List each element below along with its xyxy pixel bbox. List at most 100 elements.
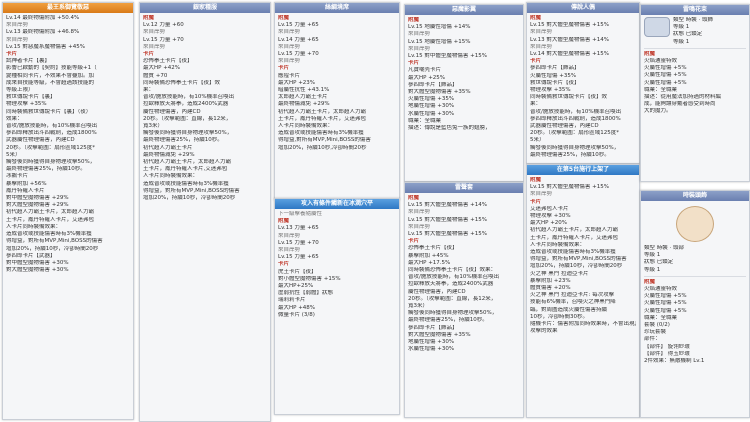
tooltip-line: 暴擊附加 +45% [408, 252, 449, 259]
tooltip-line: 等級 1 [644, 266, 661, 273]
tooltip-line: 套裝 (0/2) [644, 322, 670, 329]
panel-title: 惡魔影翼 [405, 5, 523, 15]
tooltip-line: 屬性物理傷害，內建CD [408, 288, 466, 295]
tooltip-line: 水屬性增傷 +30% [408, 110, 455, 117]
tooltip-line: 參四郎卡片【武器】 [6, 252, 56, 259]
tooltip-line: 得增益，對所有MVP,Mini,BOSS的傷害 [6, 238, 103, 245]
tooltip-line: 初代超人力霸王卡片，太郎超人力霸 [530, 227, 619, 234]
tooltip-line: 火屬性增傷 +5% [644, 293, 687, 300]
tooltip-line: 王卡片，鳳丹特羅人卡片，艾迷弗包 [6, 216, 95, 223]
tooltip-line: 類型 時裝 · 頭飾 [673, 17, 713, 23]
tooltip-line: 【部件】 得玉紗環 [644, 350, 690, 357]
tooltip-line: 描述：傳說是藍色兔一族的翅膀， [408, 125, 491, 132]
tooltip-line: 造成普攻或技能傷害時有3%機率獲 [143, 180, 229, 187]
tooltip-line: 20秒。（攻擊範圍：扇形區域125度* [6, 144, 95, 151]
tooltip-line: 得增益，對所有MVP,Mini,BOSS的傷害 [530, 256, 627, 263]
tooltip-line: 參四郎卡片【飾品】 [408, 324, 458, 331]
tooltip-line: 造成普攻或技能傷害時有3%機率獲 [278, 130, 364, 137]
tooltip-line: 狀態 已鎖定 [673, 31, 703, 38]
tooltip-line: 王卡片，鳳丹特羅人卡片,艾迷弗包 [143, 166, 228, 173]
tooltip-line: 試神者卡片【裏】 [6, 58, 51, 65]
tooltip-line: 物理攻擊 +35% [530, 87, 571, 94]
tooltip-line: 下一級擊養隨屬性 [278, 211, 323, 217]
tooltip-line: Lv.15 地屬性增傷 +15% [408, 38, 471, 45]
tooltip-panel-3: 絲綢境席 附魔 Lv.15 力量 +65 來自岸勢 Lv.14 力量 +65 來自岸勢 L… [274, 2, 400, 200]
tooltip-line: 觸發後同時獲得自身物理攻擊50%， [143, 130, 233, 137]
tooltip-line: 艾迷弗包人卡片 [530, 205, 569, 212]
tooltip-line: 20秒。（攻擊範圍：直線，長12米， [408, 295, 497, 302]
tooltip-line: 卡片 [278, 65, 290, 72]
panel-title: 在第5台施行上架了 [527, 165, 639, 175]
tooltip-line: Lv.14 最終物傷附加 +50.4% [6, 15, 80, 21]
tooltip-line: 附魔 [644, 50, 656, 57]
tooltip-line: 來自岸勢 [408, 31, 431, 38]
tooltip-line: 來自岸勢 [530, 191, 553, 198]
tooltip-line: 最大HP +17.5% [408, 259, 451, 266]
item-header [644, 203, 746, 245]
tooltip-line: 屬性物理傷害，內建CD [143, 108, 201, 115]
tooltip-line: 得增益,對所有MVP,Mini,BOSS的傷害 [278, 137, 371, 144]
tooltip-line: 職業：全職業 [644, 86, 678, 93]
panel-title: 最王系御覽敬惡 [3, 3, 133, 13]
tooltip-panel-3b: 攻入有條件觸新在冰潤穴平 下一級擊養隨屬性 附魔 Lv.13 力量 +65 來自岸勢 L… [274, 198, 400, 415]
panel-body: 附魔 Lv.15 力量 +65 來自岸勢 Lv.14 力量 +65 來自岸勢 Lv.15 … [275, 13, 399, 154]
tooltip-line: 來自岸勢 [143, 43, 166, 50]
tooltip-panel-1: 最王系御覽敬惡 Lv.14 最終物傷附加 +50.4% 來自岸勢 Lv.13 最終物… [2, 2, 134, 420]
tooltip-line: 火之神 黑門 拉迪亞卡片: 每次攻擊 [530, 292, 615, 299]
tooltip-line: 附魔 [644, 278, 656, 285]
tooltip-line: 卡片 [530, 198, 542, 205]
divider [644, 275, 746, 277]
tooltip-line: 卡片 [143, 51, 155, 58]
face-icon [676, 206, 714, 242]
panel-title: 傳說人偶 [527, 3, 639, 13]
tooltip-line: 最終物理傷害25%，持續10秒。 [408, 317, 488, 324]
tooltip-line: 最終物傷減免 +29% [278, 101, 330, 108]
tooltip-line: 火屬性增傷 +35% [408, 96, 455, 103]
tooltip-line: 冰鵝卡片 [6, 173, 29, 180]
tooltip-line: 來自岸勢 [278, 247, 301, 254]
tooltip-line: 初代超人力霸王卡片 [143, 144, 193, 151]
panel-title: 雷鳴花束 [641, 5, 749, 15]
panel-title: 雷聲套 [405, 183, 523, 193]
tooltip-line: Lv.15 地屬性增傷 +14% [408, 24, 471, 31]
tooltip-line: 部件： [644, 336, 661, 343]
tooltip-line: 效果： [6, 115, 23, 122]
tooltip-line: Lv.15 對大體型魔物傷害 +15% [530, 184, 609, 191]
tooltip-line: 體質傷害 +20% [530, 285, 571, 292]
tooltip-panel-6: 雷鳴花束 類型 時裝 · 頭飾 等級 1 狀態 已鎖定 等級 1 附魔 火焰通靈特效 火屬… [640, 4, 750, 182]
tooltip-line: 應隍卡片 [278, 72, 301, 79]
tooltip-line: Lv.15 對惡魔系魔物傷害 +45% [6, 43, 85, 50]
tooltip-line: 普攻/施放技能時，有10%機率召喚出 [143, 94, 235, 101]
tooltip-line: 體質 +70 [143, 72, 168, 79]
tooltip-line: 最終物理傷害25%，持續10秒。 [530, 151, 610, 158]
panel-lines: 附魔 火焰通靈特效 火屬性增傷 +5% 火屬性增傷 +5% 火屬性增傷 +5% 職業：全職… [644, 279, 746, 365]
tooltip-line: 最終物傷減免 +29% [143, 151, 195, 158]
tooltip-line: 地屬性增傷 +30% [408, 103, 455, 110]
tooltip-line: Lv.13 對大體型魔物傷害 +14% [530, 36, 609, 43]
tooltip-line: 初代超人力霸王卡片，太郎超人力霸 [278, 108, 367, 115]
tooltip-line: 暴擊附加 +23% [530, 277, 571, 284]
panel-body: 附魔 Lv.15 對大體型魔物傷害 +15% 來自岸勢 Lv.13 對大體型魔物傷害 … [527, 13, 639, 161]
tooltip-line: 虎王卡片【夜】 [278, 268, 317, 275]
tooltip-panel-2: 銀家種服 附魔 Lv.12 力量 +60 來自岸勢 Lv.15 力量 +70 來自岸勢卡… [139, 2, 271, 422]
tooltip-line: 成來自技能等級，不會超過該技能的 [6, 79, 95, 86]
tooltip-line: 來自岸勢 [408, 45, 431, 52]
tooltip-line: 來自岸勢 [278, 29, 301, 36]
tooltip-line: 職業：全職業 [408, 117, 442, 124]
tooltip-line: 參四郎釋放出斗四戰劍，造成1800% [530, 115, 621, 122]
tooltip-line: 物理攻擊 +30% [530, 213, 571, 220]
panel-body: 附魔 Lv.15 地屬性增傷 +14% 來自岸勢 Lv.15 地屬性增傷 +15% 來自… [405, 15, 523, 134]
tooltip-line: Lv.15 力量 +70 [278, 239, 319, 246]
helmet-icon [644, 17, 670, 37]
tooltip-line: 來自岸勢 [530, 43, 553, 50]
panel-title: 時裝頭飾 [641, 191, 749, 201]
tooltip-line: 描述：從用魔法加持過的材料編 [644, 94, 722, 101]
tooltip-line: 武器屬性物理傷害，內建CD [6, 137, 75, 144]
tooltip-line: 救世傳說卡片【裏】 [6, 94, 56, 101]
tooltip-line: 王卡片，鳳丹特羅人卡片，艾迷弗包 [278, 115, 367, 122]
tooltip-line: 得增益，對所有MVP,Mini,BOSS的傷害 [143, 187, 240, 194]
tooltip-line: 初代超人力霸王卡片，太郎超人力霸 [6, 209, 95, 216]
tooltip-line: 狀態 已鎖定 [644, 259, 674, 266]
tooltip-line: 來自岸勢 [6, 36, 29, 43]
tooltip-line: Lv.15 對大體型魔物傷害 +15% [408, 216, 487, 223]
